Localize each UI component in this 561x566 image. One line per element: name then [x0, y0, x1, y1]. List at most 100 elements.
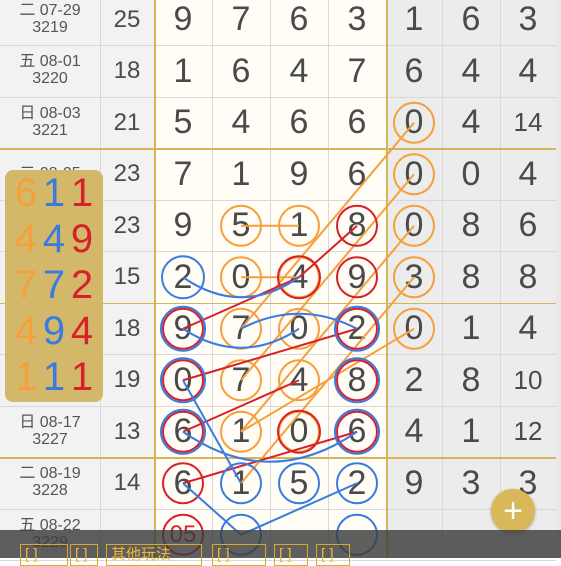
popup-digit: 4	[42, 217, 66, 261]
plus-icon: +	[503, 491, 523, 530]
tail-digit: 1	[461, 309, 481, 348]
tail-digit: 4	[518, 154, 538, 193]
main-digit: 7	[231, 360, 251, 399]
bottom-toolbar: [ ] [ ] 其他玩法 [ ] [ ] [ ]	[0, 530, 561, 566]
popup-digit: 9	[70, 217, 94, 261]
main-digit: 2	[347, 463, 367, 502]
toolbar-button-1[interactable]: [ ]	[20, 544, 68, 566]
tail-digit: 3	[461, 463, 481, 502]
sum-value: 23	[113, 160, 141, 188]
tail-digit: 0	[404, 206, 424, 245]
main-digit: 8	[347, 206, 367, 245]
tail-digit: 6	[404, 51, 424, 90]
tail-digit: 9	[404, 463, 424, 502]
main-digit: 5	[173, 103, 193, 142]
popup-digit: 4	[14, 309, 38, 353]
main-digit: 1	[289, 206, 309, 245]
issue-number: 3220	[32, 70, 68, 88]
weekday-date: 五 08-01	[19, 53, 81, 71]
main-digit: 4	[231, 103, 251, 142]
tail-digit: 6	[461, 0, 481, 39]
weekday-date: 二 08-19	[19, 465, 81, 483]
main-digit: 4	[289, 257, 309, 296]
tail-digit: 1	[404, 0, 424, 39]
toolbar-button-2[interactable]: [ ]	[70, 544, 98, 566]
popup-row: 494	[5, 308, 103, 354]
date-cell: 二 08-19 3228	[0, 458, 100, 510]
popup-row: 611	[5, 170, 103, 216]
date-cell: 日 08-17 3227	[0, 406, 100, 458]
tail-digit: 14	[513, 107, 543, 138]
tail-digit: 4	[518, 309, 538, 348]
date-cell: 日 08-03 3221	[0, 97, 100, 149]
popup-digit: 2	[70, 263, 94, 307]
weekday-date: 日 08-03	[19, 104, 81, 122]
main-digit: 0	[289, 412, 309, 451]
issue-number: 3219	[32, 18, 68, 36]
popup-row: 449	[5, 216, 103, 262]
popup-row: 772	[5, 262, 103, 308]
popup-digit: 4	[14, 217, 38, 261]
tail-digit: 4	[518, 51, 538, 90]
toolbar-button-5[interactable]: [ ]	[274, 544, 308, 566]
main-digit: 0	[231, 257, 251, 296]
main-digit: 5	[289, 463, 309, 502]
weekday-date: 日 08-17	[19, 413, 81, 431]
main-digit: 3	[347, 0, 367, 39]
date-cell: 二 07-29 3219	[0, 0, 100, 46]
main-digit: 9	[347, 257, 367, 296]
tail-digit: 4	[404, 412, 424, 451]
tail-digit: 2	[404, 360, 424, 399]
main-digit: 9	[173, 0, 193, 39]
toolbar-button-6[interactable]: [ ]	[316, 544, 350, 566]
popup-digit: 1	[42, 355, 66, 399]
main-digit: 8	[347, 360, 367, 399]
main-digit: 2	[173, 257, 193, 296]
number-popup[interactable]: 611449772494111	[5, 170, 103, 402]
tail-digit: 0	[404, 103, 424, 142]
main-digit: 6	[347, 412, 367, 451]
add-floating-button[interactable]: +	[491, 489, 535, 533]
tail-digit: 3	[404, 257, 424, 296]
issue-number: 3227	[32, 430, 68, 448]
popup-digit: 1	[70, 171, 94, 215]
main-digit: 1	[173, 51, 193, 90]
main-digit: 7	[173, 154, 193, 193]
main-digit: 6	[289, 103, 309, 142]
main-digit: 7	[231, 309, 251, 348]
tail-digit: 0	[404, 154, 424, 193]
main-digit: 6	[231, 51, 251, 90]
main-digit: 6	[173, 463, 193, 502]
other-modes-button[interactable]: 其他玩法	[106, 544, 202, 566]
main-digit: 1	[231, 463, 251, 502]
main-digit: 6	[289, 0, 309, 39]
tail-digit: 1	[461, 412, 481, 451]
tail-digit: 4	[461, 103, 481, 142]
toolbar-button-4[interactable]: [ ]	[212, 544, 266, 566]
sum-value: 13	[113, 417, 141, 445]
main-digit: 5	[231, 206, 251, 245]
tail-digit: 8	[461, 257, 481, 296]
main-digit: 1	[231, 412, 251, 451]
popup-digit: 1	[14, 355, 38, 399]
weekday-date: 二 07-29	[19, 1, 81, 19]
main-digit: 0	[289, 309, 309, 348]
popup-row: 111	[5, 354, 103, 400]
tail-digit: 12	[513, 416, 543, 447]
main-digit: 9	[289, 154, 309, 193]
main-digit: 4	[289, 51, 309, 90]
sum-value: 23	[113, 211, 141, 239]
date-cell: 五 08-01 3220	[0, 46, 100, 98]
main-digit: 0	[173, 360, 193, 399]
tail-digit: 0	[404, 309, 424, 348]
main-digit: 1	[231, 154, 251, 193]
popup-digit: 9	[42, 309, 66, 353]
main-digit: 9	[173, 309, 193, 348]
main-digit: 6	[347, 154, 367, 193]
tail-digit: 0	[461, 154, 481, 193]
sum-value: 18	[113, 57, 141, 85]
tail-digit: 8	[461, 206, 481, 245]
sum-value: 14	[113, 469, 141, 497]
tail-digit: 8	[518, 257, 538, 296]
main-digit: 6	[173, 412, 193, 451]
